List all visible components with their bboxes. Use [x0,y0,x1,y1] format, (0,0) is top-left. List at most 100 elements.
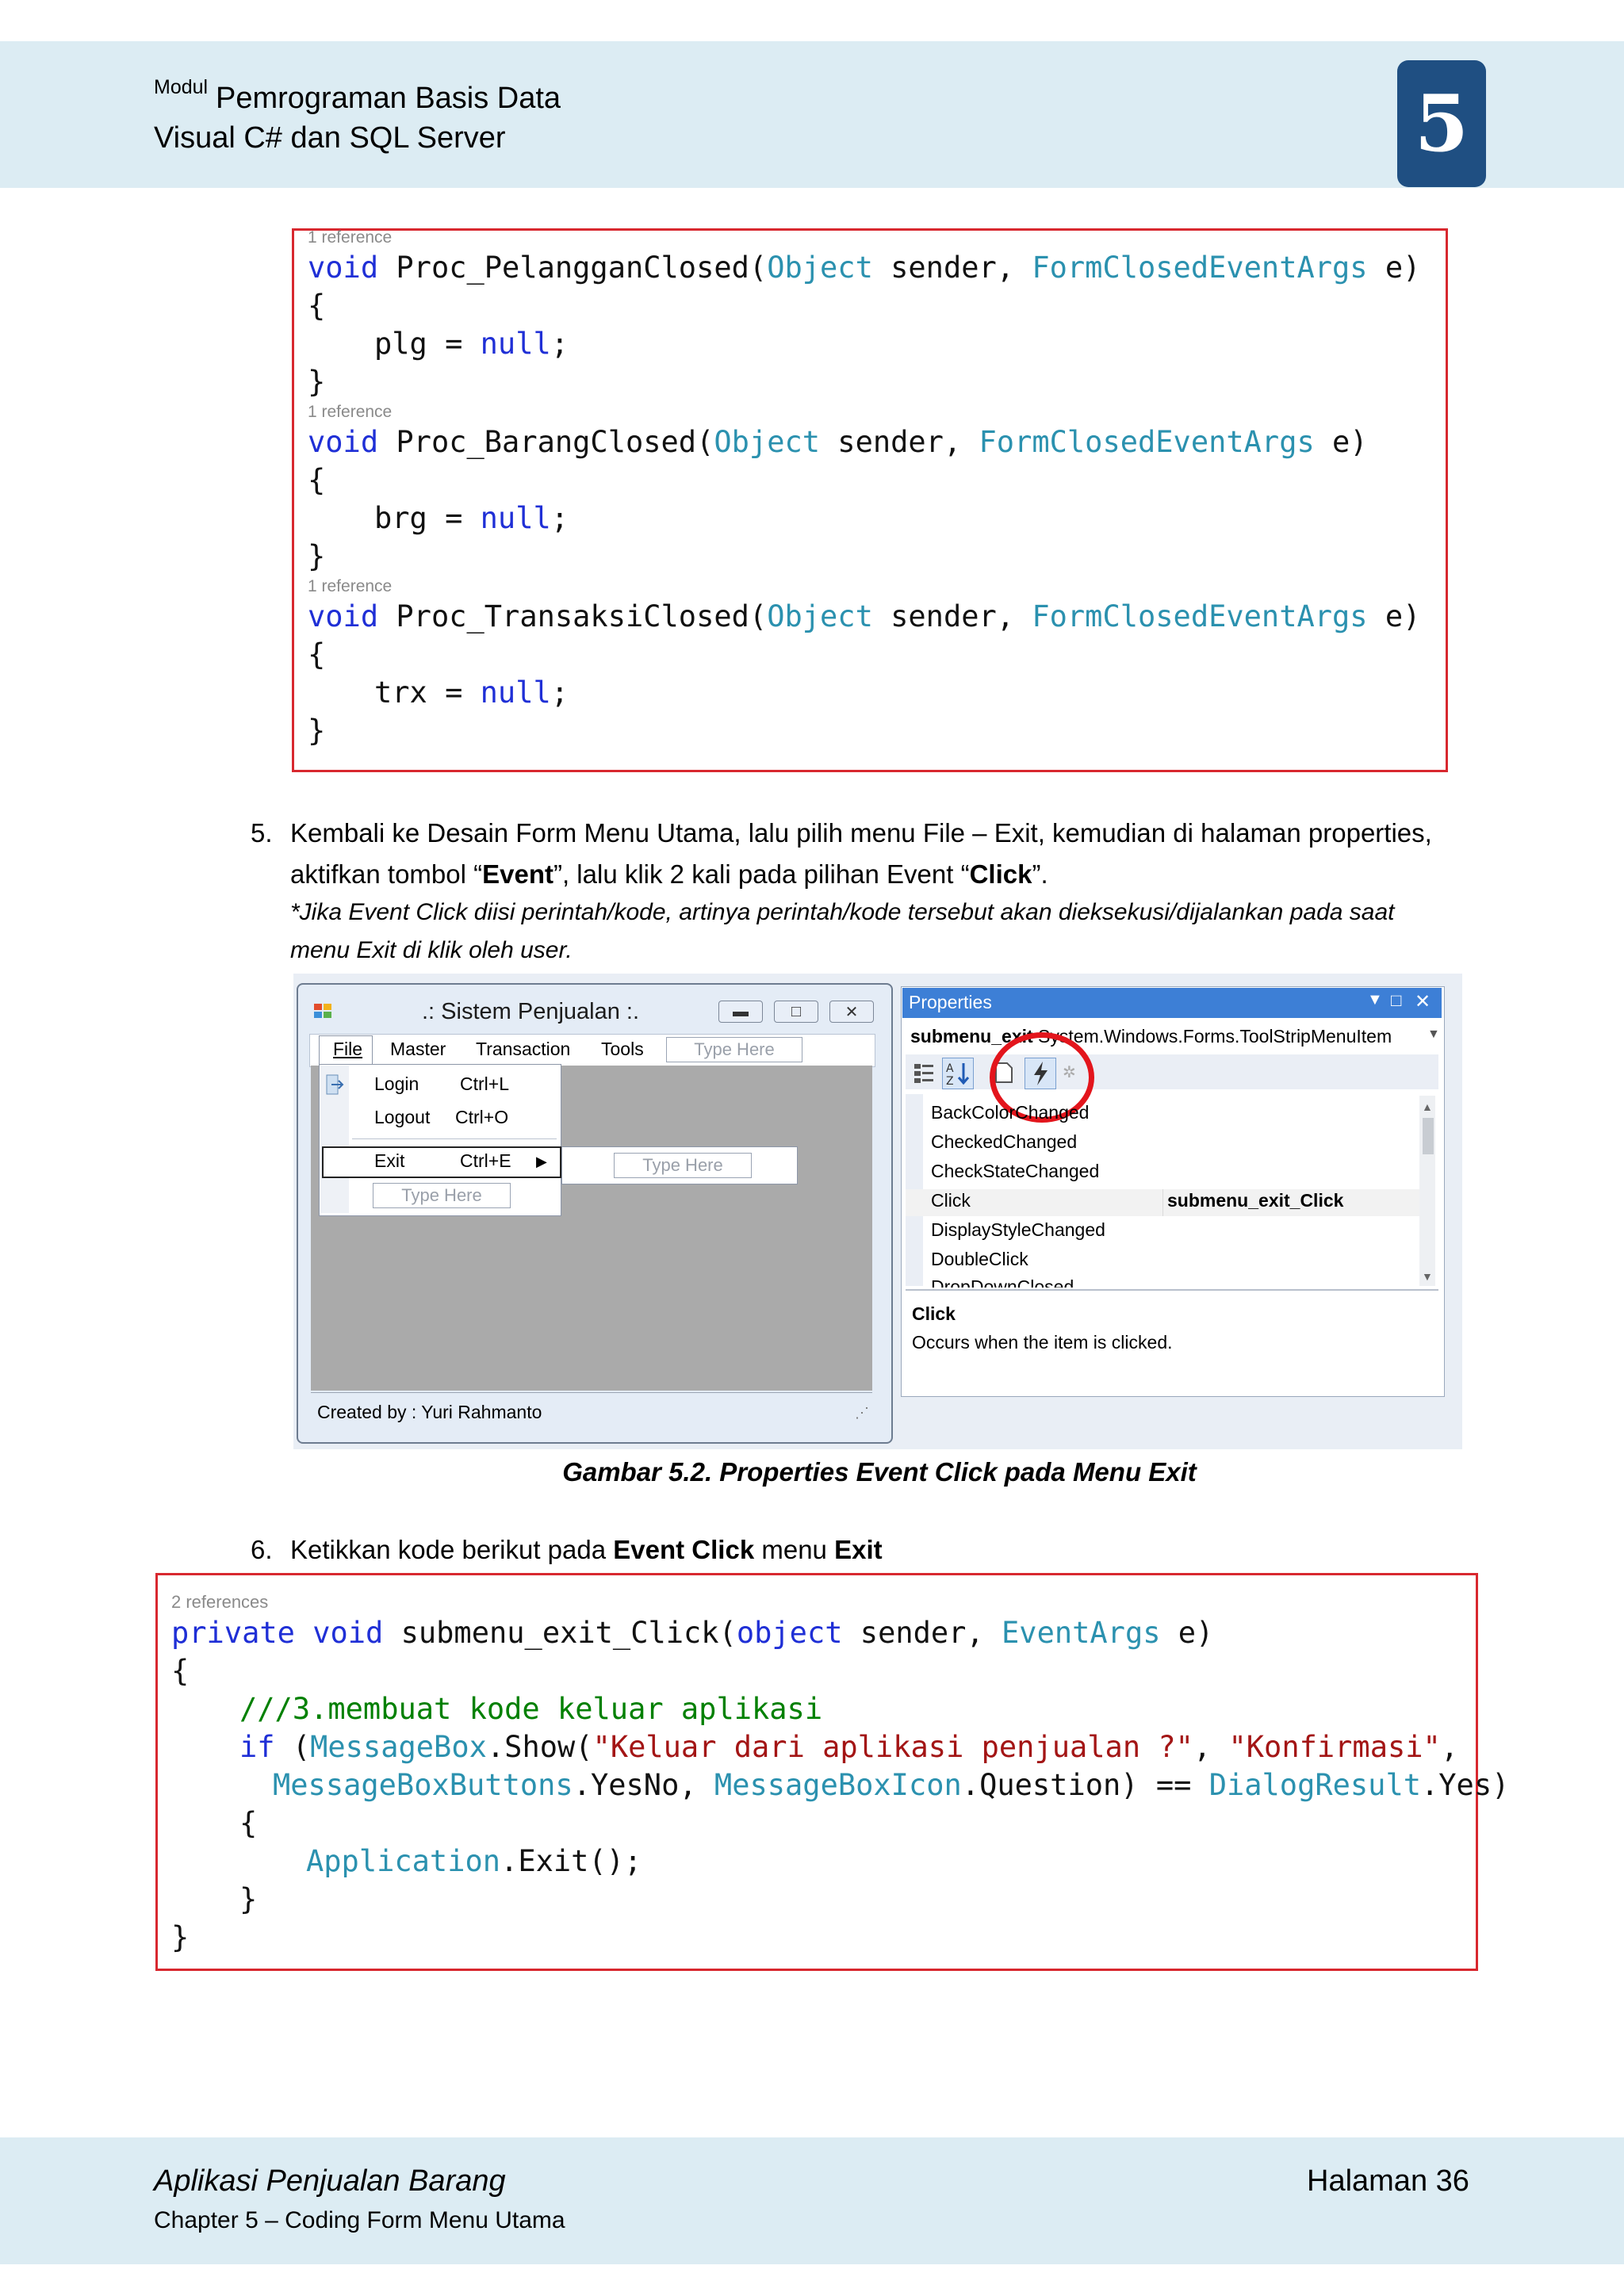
step5-text-line2: aktifkan tombol “Event”, lalu klik 2 kal… [290,859,1048,889]
svg-text:Z: Z [946,1075,954,1088]
open-brace: { [308,637,326,672]
event-dropdownclosed[interactable]: DropDownClosed [931,1276,1074,1288]
method-name: Proc_PelangganClosed [396,251,749,285]
variable-name: trx [374,675,427,710]
menu-tools[interactable]: Tools [601,1039,644,1060]
footer-title: Aplikasi Penjualan Barang [154,2164,506,2198]
if-condition-cont: MessageBoxButtons.YesNo, MessageBoxIcon.… [273,1768,1510,1802]
dropdown-shortcut-exit: Ctrl+E [460,1150,511,1171]
event-doubleclick[interactable]: DoubleClick [931,1249,1028,1270]
svg-text:A: A [946,1062,954,1075]
step5-note-line2: menu Exit di klik oleh user. [290,937,573,963]
menu-file[interactable]: File [333,1039,362,1060]
step-number: 5. [251,818,273,848]
reference-count: 2 references [171,1592,269,1612]
event-displaystylechanged[interactable]: DisplayStyleChanged [931,1219,1105,1241]
status-separator [311,1392,872,1393]
method-body: plg = null; [374,327,569,361]
method-body: trx = null; [374,675,569,710]
method-signature: private void submenu_exit_Click(object s… [171,1616,1214,1650]
page-number: Halaman 36 [1307,2164,1469,2198]
panel-maximize-icon[interactable]: □ [1391,990,1401,1011]
header-title-line2: Visual C# dan SQL Server [154,121,506,155]
properties-toolbar [906,1054,1438,1089]
application-exit-call: Application.Exit(); [306,1844,642,1878]
window-title: .: Sistem Penjualan :. [422,999,640,1024]
page-footer [0,2137,1624,2264]
menu-type-here[interactable]: Type Here [666,1037,802,1062]
event-click-handler[interactable]: submenu_exit_Click [1167,1190,1343,1211]
scroll-up-icon[interactable]: ▲ [1422,1100,1433,1113]
step5-note-line1: *Jika Event Click diisi perintah/kode, a… [290,899,1395,925]
close-brace: } [308,539,326,573]
step-number: 6. [251,1535,273,1564]
property-row-click-highlight [906,1189,1427,1216]
submenu-arrow-icon: ▶ [536,1154,547,1169]
close-window-button[interactable]: ✕ [829,1001,874,1023]
panel-dropdown-icon[interactable]: ▼ [1367,991,1383,1009]
dropdown-separator [352,1138,557,1139]
login-icon [325,1073,344,1096]
event-checkstatechanged[interactable]: CheckStateChanged [931,1161,1099,1182]
modul-label: Modul [154,76,209,98]
close-brace: } [308,714,326,748]
reference-count: 1 reference [308,403,393,421]
close-brace: } [171,1920,190,1954]
dropdown-item-login[interactable]: Login [374,1073,419,1095]
event-dropdownclosed-clip: DropDownClosed [906,1275,1421,1288]
categorized-icon[interactable] [912,1061,936,1085]
step5-text-line1: Kembali ke Desain Form Menu Utama, lalu … [290,818,1432,848]
if-statement: if (MessageBox.Show("Keluar dari aplikas… [239,1730,1459,1764]
grid-column-divider [1162,1189,1163,1216]
reference-count: 1 reference [308,228,393,247]
reference-count: 1 reference [308,577,393,595]
resize-grip-icon[interactable]: ⋰ [855,1405,869,1422]
submenu-type-here[interactable]: Type Here [614,1153,752,1178]
dropdown-item-logout[interactable]: Logout [374,1107,430,1128]
open-brace: { [171,1654,190,1688]
event-click[interactable]: Click [931,1190,971,1211]
dropdown-item-exit-selected[interactable] [322,1146,561,1178]
scroll-down-icon[interactable]: ▼ [1422,1270,1433,1283]
step6-text: Ketikkan kode berikut pada Event Click m… [290,1535,883,1564]
page: { "header": { "modul_label": "Modul", "t… [0,0,1624,2296]
object-selector[interactable]: submenu_exit System.Windows.Forms.ToolSt… [910,1026,1392,1047]
if-open-brace: { [239,1806,258,1840]
method-body: brg = null; [374,501,569,535]
method-signature: void Proc_TransaksiClosed(Object sender,… [308,599,1421,633]
panel-close-icon[interactable]: ✕ [1415,990,1431,1013]
maximize-button[interactable]: □ [774,1001,818,1023]
footer-subtitle: Chapter 5 – Coding Form Menu Utama [154,2207,565,2233]
menu-transaction[interactable]: Transaction [476,1039,570,1060]
minimize-button[interactable]: ▬ [718,1001,763,1023]
chapter-badge: 5 [1397,60,1486,187]
method-signature: void Proc_BarangClosed(Object sender, Fo… [308,425,1368,459]
variable-name: brg [374,501,427,535]
properties-title: Properties [909,992,992,1012]
alphabetical-icon[interactable]: AZ [942,1058,974,1089]
open-brace: { [308,463,326,497]
scrollbar-thumb[interactable] [1423,1118,1434,1154]
event-backcolorchanged[interactable]: BackColorChanged [931,1102,1089,1123]
dropdown-item-exit[interactable]: Exit [374,1150,404,1172]
close-brace: } [308,365,326,399]
open-brace: { [308,289,326,323]
header-title-line1: Pemrograman Basis Data [216,82,561,115]
event-checkedchanged[interactable]: CheckedChanged [931,1131,1077,1153]
method-name: Proc_BarangClosed [396,425,697,459]
object-type: System.Windows.Forms.ToolStripMenuItem [1038,1026,1392,1047]
dropdown-shortcut-logout: Ctrl+O [455,1107,509,1127]
app-icon [312,1001,335,1020]
description-text: Occurs when the item is clicked. [912,1332,1173,1353]
description-separator [906,1289,1438,1291]
object-selector-chevron-down-icon[interactable]: ▼ [1427,1027,1440,1042]
status-label: Created by : Yuri Rahmanto [317,1402,542,1422]
dropdown-type-here[interactable]: Type Here [373,1183,511,1208]
variable-name: plg [374,327,427,361]
method-signature: void Proc_PelangganClosed(Object sender,… [308,251,1421,285]
code-comment: ///3.membuat kode keluar aplikasi [239,1692,823,1726]
figure-caption: Gambar 5.2. Properties Event Click pada … [562,1457,1197,1487]
description-title: Click [912,1303,956,1324]
menu-master[interactable]: Master [390,1039,446,1060]
dropdown-shortcut-login: Ctrl+L [460,1073,509,1094]
